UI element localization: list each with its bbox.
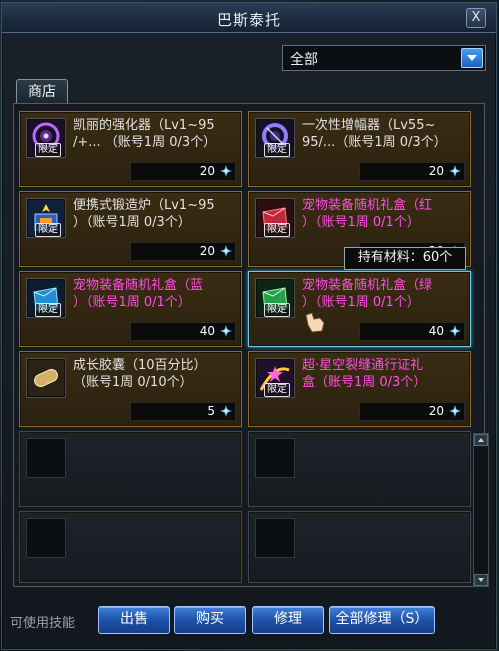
crystal-currency-icon	[220, 245, 232, 257]
title-bar[interactable]: 巴斯泰托 X	[2, 3, 496, 33]
item-price: 40	[428, 324, 444, 338]
item-name: 超·星空裂缝通行证礼 盒（账号1周 0/3个）	[302, 358, 427, 390]
buy-button[interactable]: 购买	[174, 606, 246, 634]
crystal-currency-icon	[449, 165, 461, 177]
limited-badge: 限定	[264, 143, 290, 157]
item-slot: 限定	[26, 198, 66, 238]
item-slot: 限定	[255, 198, 295, 238]
price-box: 20	[130, 242, 236, 261]
price-box: 20	[130, 162, 236, 181]
scroll-down-button[interactable]	[474, 574, 488, 586]
shop-item[interactable]: 成长胶囊（10百分比） （账号1周 0/10个） 5	[19, 351, 242, 427]
repair-all-button[interactable]: 全部修理（S）	[329, 606, 435, 634]
shop-window: 巴斯泰托 X 全部 商店 限定 凯丽的强化器（Lv1~95 /+... （账号1…	[1, 2, 497, 650]
capsule-icon	[28, 360, 64, 396]
limited-badge: 限定	[35, 303, 61, 317]
limited-badge: 限定	[35, 223, 61, 237]
crystal-currency-icon	[449, 325, 461, 337]
close-button[interactable]: X	[466, 8, 486, 28]
item-name: 成长胶囊（10百分比） （账号1周 0/10个）	[73, 358, 207, 390]
shop-item-selected[interactable]: 限定 宠物装备随机礼盒（绿 ）（账号1周 0/1个） 40	[248, 271, 471, 347]
item-price: 20	[199, 244, 215, 258]
item-slot: 限定	[26, 118, 66, 158]
hand-cursor-icon	[305, 312, 325, 333]
item-name: 凯丽的强化器（Lv1~95 /+... （账号1周 0/3个）	[73, 118, 217, 150]
crystal-currency-icon	[220, 165, 232, 177]
price-box: 20	[359, 162, 465, 181]
scrollbar[interactable]	[473, 433, 489, 587]
shop-item[interactable]: 限定 超·星空裂缝通行证礼 盒（账号1周 0/3个） 20	[248, 351, 471, 427]
limited-badge: 限定	[264, 223, 290, 237]
limited-badge: 限定	[35, 143, 61, 157]
empty-slot	[19, 431, 242, 507]
item-slot	[255, 438, 295, 478]
empty-slot	[248, 431, 471, 507]
price-box: 5	[130, 402, 236, 421]
item-name: 宠物装备随机礼盒（蓝 ）（账号1周 0/1个）	[73, 278, 204, 310]
item-name: 宠物装备随机礼盒（红 ）（账号1周 0/1个）	[302, 198, 433, 230]
item-price: 20	[428, 164, 444, 178]
item-slot: 限定	[255, 118, 295, 158]
item-slot	[26, 438, 66, 478]
crystal-currency-icon	[220, 325, 232, 337]
item-slot: 限定	[255, 358, 295, 398]
usable-skill-label: 可使用技能	[10, 616, 76, 631]
item-slot	[26, 518, 66, 558]
shop-item[interactable]: 限定 凯丽的强化器（Lv1~95 /+... （账号1周 0/3个） 20	[19, 111, 242, 187]
item-price: 5	[207, 404, 215, 418]
shop-item[interactable]: 限定 宠物装备随机礼盒（蓝 ）（账号1周 0/1个） 40	[19, 271, 242, 347]
empty-slot	[248, 511, 471, 583]
price-box: 20	[359, 402, 465, 421]
limited-badge: 限定	[264, 303, 290, 317]
crystal-currency-icon	[449, 405, 461, 417]
price-box: 40	[359, 322, 465, 341]
tab-shop[interactable]: 商店	[16, 79, 68, 104]
materials-tooltip: 持有材料：60个	[344, 247, 466, 270]
scroll-up-button[interactable]	[474, 434, 488, 446]
shop-item[interactable]: 限定 便携式锻造炉（Lv1~95 ）（账号1周 0/3个） 20	[19, 191, 242, 267]
sell-button[interactable]: 出售	[98, 606, 170, 634]
price-box: 40	[130, 322, 236, 341]
crystal-currency-icon	[220, 405, 232, 417]
item-slot	[26, 358, 66, 398]
item-name: 便携式锻造炉（Lv1~95 ）（账号1周 0/3个）	[73, 198, 215, 230]
dropdown-selected-value: 全部	[290, 52, 318, 68]
item-slot: 限定	[255, 278, 295, 318]
item-price: 20	[199, 164, 215, 178]
category-dropdown[interactable]: 全部	[282, 45, 486, 71]
item-slot: 限定	[26, 278, 66, 318]
chevron-down-icon[interactable]	[461, 48, 483, 68]
item-grid: 限定 凯丽的强化器（Lv1~95 /+... （账号1周 0/3个） 20 限定	[13, 103, 485, 587]
empty-slot	[19, 511, 242, 583]
repair-button[interactable]: 修理	[252, 606, 324, 634]
limited-badge: 限定	[264, 383, 290, 397]
item-slot	[255, 518, 295, 558]
item-name: 一次性增幅器（Lv55~ 95/...（账号1周 0/3个）	[302, 118, 447, 150]
item-price: 40	[199, 324, 215, 338]
item-name: 宠物装备随机礼盒（绿 ）（账号1周 0/1个）	[302, 278, 433, 310]
shop-item[interactable]: 限定 一次性增幅器（Lv55~ 95/...（账号1周 0/3个） 20	[248, 111, 471, 187]
item-price: 20	[428, 404, 444, 418]
window-title: 巴斯泰托	[216, 11, 281, 29]
